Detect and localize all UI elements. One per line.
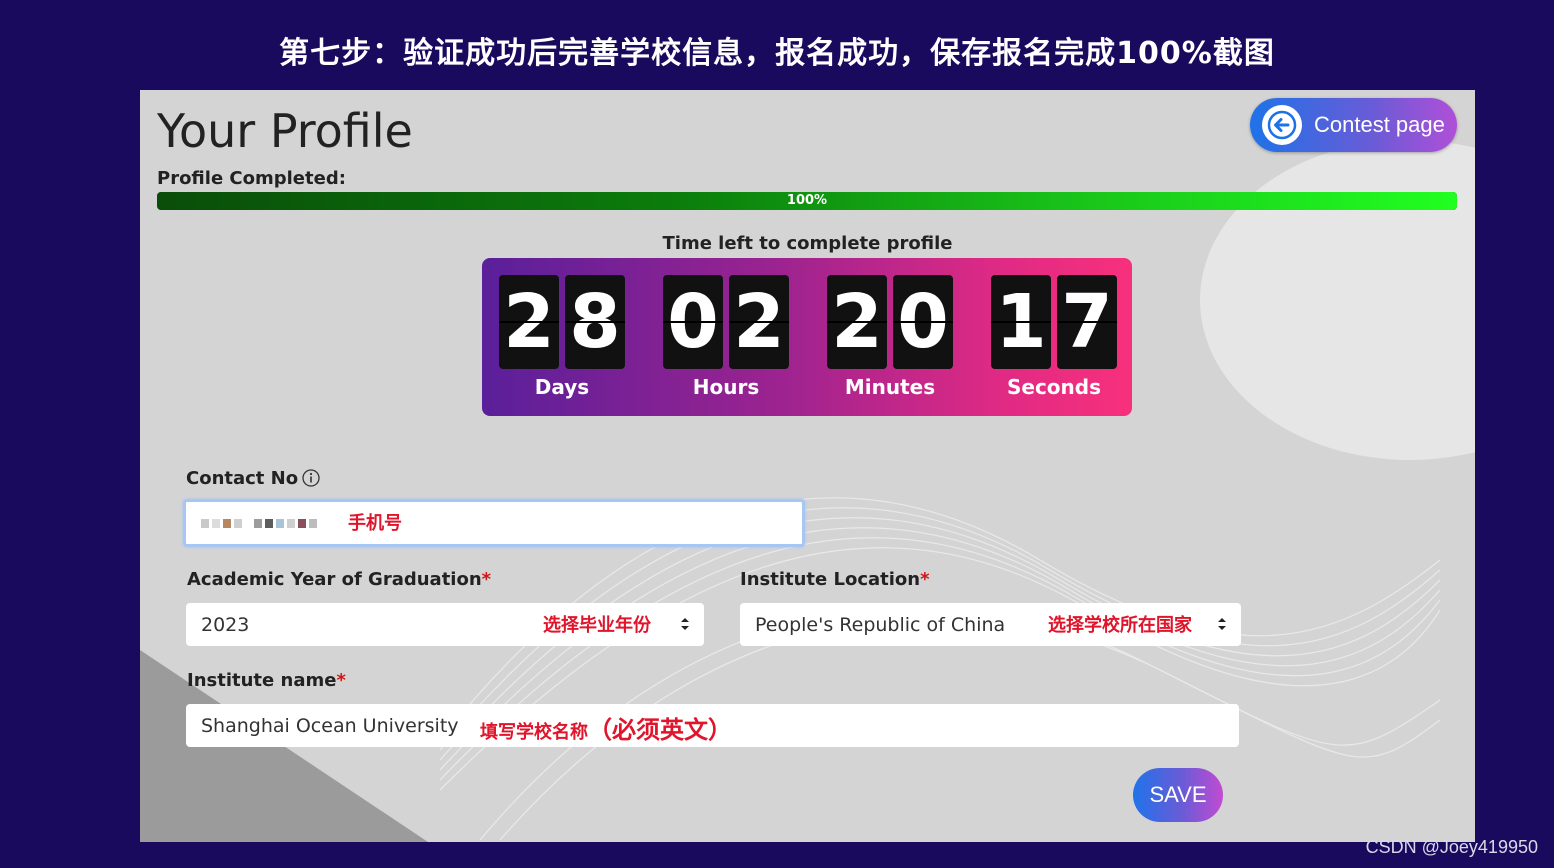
profile-progress-text: 100% [786, 193, 828, 208]
countdown-seconds: 1 7 Seconds [991, 275, 1117, 399]
page-title: Your Profile [157, 104, 413, 158]
institute-name-value: Shanghai Ocean University [201, 714, 459, 737]
profile-progress-bar: 100% [157, 192, 1457, 210]
institute-location-value: People's Republic of China [755, 613, 1006, 636]
watermark: CSDN @Joey419950 [1365, 837, 1538, 857]
institute-name-annotation: 填写学校名称（必须英文） [480, 710, 732, 745]
institute-name-label-text: Institute name [187, 670, 337, 691]
days-label: Days [534, 375, 590, 399]
days-digit: 2 [499, 275, 559, 369]
hours-digit: 0 [663, 275, 723, 369]
slide-title: 第七步：验证成功后完善学校信息，报名成功，保存报名完成100%截图 [279, 36, 1275, 71]
contest-page-button[interactable]: Contest page [1250, 98, 1457, 152]
hours-label: Hours [692, 375, 760, 399]
countdown-minutes: 2 0 Minutes [827, 275, 953, 399]
select-arrows-icon [681, 618, 689, 630]
required-mark: * [336, 670, 346, 691]
save-button[interactable]: SAVE [1133, 768, 1223, 822]
minutes-digit: 0 [893, 275, 953, 369]
institute-location-label-text: Institute Location [740, 569, 921, 590]
hours-digit: 2 [729, 275, 789, 369]
background-circle-decoration [1200, 140, 1475, 460]
contact-no-input[interactable] [183, 499, 805, 547]
seconds-label: Seconds [1006, 375, 1102, 399]
days-digit: 8 [565, 275, 625, 369]
institute-name-label: Institute name* [187, 670, 346, 691]
seconds-digit: 7 [1057, 275, 1117, 369]
info-icon[interactable] [302, 469, 320, 492]
required-mark: * [481, 569, 492, 590]
arrow-left-icon [1262, 105, 1302, 145]
graduation-year-value: 2023 [201, 613, 250, 636]
seconds-digit: 1 [991, 275, 1051, 369]
redacted-phone-number [201, 518, 317, 528]
institute-name-annotation-main: 填写学校名称 [480, 722, 588, 743]
contact-no-label-text: Contact No [186, 468, 299, 489]
institute-location-annotation: 选择学校所在国家 [1048, 615, 1192, 636]
minutes-digit: 2 [827, 275, 887, 369]
institute-name-annotation-emphasis: （必须英文） [588, 715, 732, 744]
profile-panel: Your Profile Contest page Profile Comple… [140, 90, 1475, 842]
contest-page-label: Contest page [1314, 112, 1445, 137]
select-arrows-icon [1218, 618, 1226, 630]
graduation-year-label-text: Academic Year of Graduation [187, 569, 482, 590]
countdown-label: Time left to complete profile [662, 233, 953, 254]
graduation-year-annotation: 选择毕业年份 [543, 615, 651, 636]
countdown-hours: 0 2 Hours [663, 275, 789, 399]
contact-no-label: Contact No [186, 468, 320, 492]
countdown-timer: 2 8 Days 0 2 Hours 2 0 Minutes 1 7 Secon… [482, 258, 1132, 416]
contact-annotation: 手机号 [348, 513, 402, 534]
institute-location-label: Institute Location* [740, 569, 930, 590]
graduation-year-label: Academic Year of Graduation* [187, 569, 491, 590]
profile-completed-label: Profile Completed: [157, 168, 346, 189]
minutes-label: Minutes [844, 375, 936, 399]
required-mark: * [920, 569, 930, 590]
countdown-days: 2 8 Days [499, 275, 625, 399]
